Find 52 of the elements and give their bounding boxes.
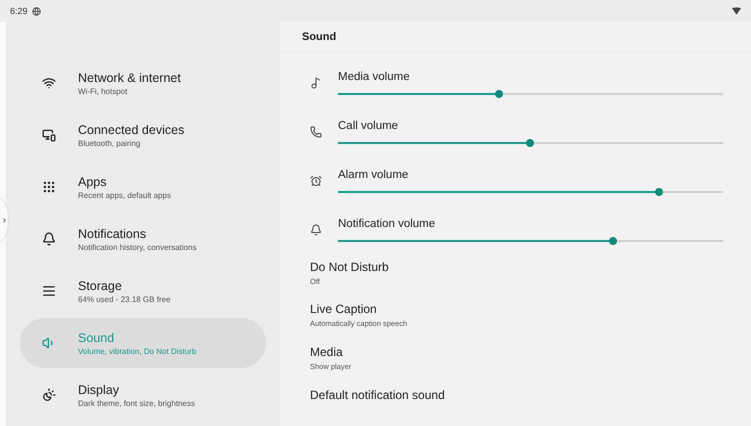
preference-item[interactable]: Default notification sound — [280, 383, 751, 426]
slider-track[interactable] — [338, 92, 723, 95]
item-title: Connected devices — [78, 122, 184, 136]
slider-track[interactable] — [338, 142, 723, 144]
slider-label: Notification volume — [338, 218, 436, 230]
item-title: Do Not Disturb — [310, 260, 390, 274]
slider-thumb[interactable] — [494, 90, 503, 98]
item-title: Storage — [78, 278, 123, 292]
brightness-icon — [42, 388, 56, 402]
item-title: Live Caption — [310, 302, 378, 316]
item-title: Default notification sound — [310, 388, 446, 402]
grid-icon — [42, 180, 56, 194]
globe-icon — [32, 6, 41, 16]
slider-track[interactable] — [338, 190, 723, 193]
item-summary: 64% used - 23.18 GB free — [78, 294, 170, 304]
sidebar-item[interactable]: Storage 64% used - 23.18 GB free — [20, 266, 266, 316]
slider-label: Media volume — [338, 70, 411, 83]
item-summary: Volume, vibration, Do Not Disturb — [78, 346, 196, 356]
page-title: Sound — [280, 22, 751, 54]
item-summary: Notification history, conversations — [78, 242, 197, 252]
music-note-icon — [310, 76, 322, 89]
wifi-signal-icon — [732, 7, 741, 15]
slider-track[interactable] — [338, 240, 723, 242]
item-title: Sound — [78, 330, 116, 344]
wifi-icon — [42, 76, 56, 90]
chevron-icon — [1, 216, 8, 224]
sidebar-item[interactable]: Display Dark theme, font size, brightness — [20, 370, 266, 420]
item-title: Apps — [78, 174, 108, 188]
bell-icon — [42, 232, 56, 246]
item-title: Notifications — [78, 226, 148, 240]
list-icon — [42, 284, 56, 298]
phone-icon — [310, 126, 322, 138]
item-summary: Dark theme, font size, brightness — [78, 398, 195, 408]
slider-thumb[interactable] — [654, 188, 663, 196]
slider-label: Call volume — [338, 120, 400, 132]
item-summary: Bluetooth, pairing — [78, 138, 142, 148]
sidebar-item[interactable]: Connected devices Bluetooth, pairing — [20, 110, 266, 160]
sidebar-item[interactable]: Notifications Notification history, conversations — [20, 214, 266, 264]
alarm-clock-icon — [310, 174, 322, 187]
item-title: Display — [78, 382, 120, 396]
sidebar-item[interactable]: Network & internet Wi-Fi, hotspot — [20, 58, 266, 108]
bell-icon — [310, 224, 322, 236]
item-title: Network & internet — [78, 70, 181, 84]
sidebar-item[interactable]: Apps Recent apps, default apps — [20, 162, 266, 212]
status-time: 6:29 — [10, 6, 28, 16]
item-summary: Wi-Fi, hotspot — [78, 86, 128, 96]
item-summary: Recent apps, default apps — [78, 190, 171, 200]
item-title: Media — [310, 345, 344, 360]
slider-label: Alarm volume — [338, 168, 410, 181]
slider-thumb[interactable] — [608, 236, 616, 245]
devices-icon — [42, 128, 56, 142]
slider-thumb[interactable] — [526, 138, 534, 147]
